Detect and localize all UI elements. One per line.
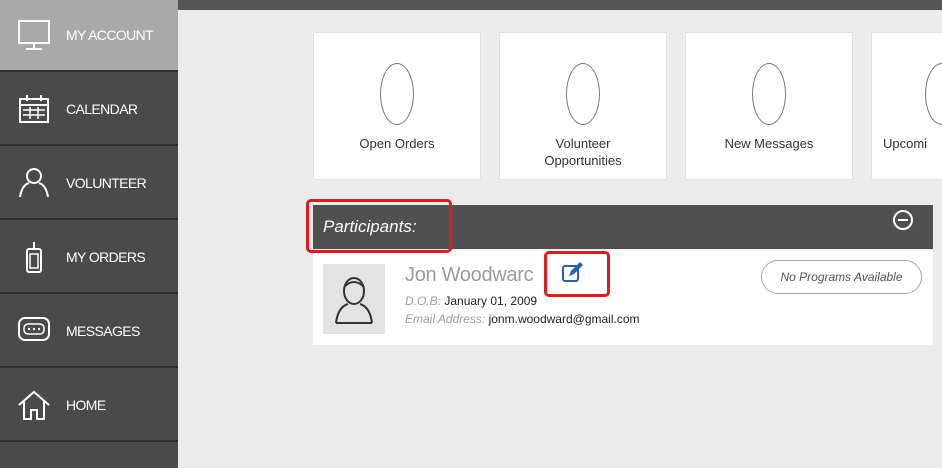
home-icon — [16, 387, 52, 423]
upcoming-card[interactable]: Upcomi — [871, 32, 942, 180]
sidebar: MY ACCOUNT CALENDAR VOLUNTEER MY ORDERS … — [0, 0, 178, 468]
sidebar-item-calendar[interactable]: CALENDAR — [0, 74, 178, 146]
card-label: Open Orders — [359, 136, 435, 151]
volunteer-opportunities-count — [566, 63, 600, 125]
new-messages-card[interactable]: New Messages — [685, 32, 853, 180]
new-messages-count — [752, 63, 786, 125]
card-label: Volunteer Opportunities — [544, 136, 622, 168]
participant-name: Jon Woodwarc — [405, 264, 534, 286]
upcoming-count — [925, 63, 942, 125]
highlight-edit-button — [544, 251, 610, 297]
calendar-icon — [16, 91, 52, 127]
sidebar-item-label: CALENDAR — [66, 101, 138, 117]
sidebar-item-my-account[interactable]: MY ACCOUNT — [0, 0, 178, 72]
dob-value: January 01, 2009 — [444, 294, 538, 308]
no-programs-badge[interactable]: No Programs Available — [761, 260, 922, 294]
participant-row: Jon Woodwarc D.O.B: January 01, 2009 Ema… — [313, 250, 933, 345]
monitor-icon — [16, 17, 52, 53]
avatar — [323, 264, 385, 334]
person-outline-icon — [16, 165, 52, 201]
sidebar-item-volunteer[interactable]: VOLUNTEER — [0, 148, 178, 220]
phone-icon — [16, 239, 52, 275]
sidebar-item-label: VOLUNTEER — [66, 175, 147, 191]
dob-label: D.O.B: — [405, 294, 442, 308]
participant-email: Email Address: jonm.woodward@gmail.com — [405, 312, 640, 326]
sidebar-item-label: MESSAGES — [66, 323, 140, 339]
open-orders-count — [380, 63, 414, 125]
minus-circle-icon[interactable] — [893, 210, 913, 230]
sidebar-item-label: MY ACCOUNT — [66, 27, 154, 43]
chat-bubble-icon — [16, 313, 52, 349]
card-label: Upcomi — [883, 136, 928, 151]
open-orders-card[interactable]: Open Orders — [313, 32, 481, 180]
highlight-participants-title — [306, 199, 452, 253]
sidebar-item-my-orders[interactable]: MY ORDERS — [0, 222, 178, 294]
volunteer-opportunities-card[interactable]: Volunteer Opportunities — [499, 32, 667, 180]
card-label: New Messages — [724, 136, 814, 151]
sidebar-item-home[interactable]: HOME — [0, 370, 178, 442]
sidebar-item-messages[interactable]: MESSAGES — [0, 296, 178, 368]
participant-dob: D.O.B: January 01, 2009 — [405, 294, 537, 308]
sidebar-item-label: MY ORDERS — [66, 249, 146, 265]
email-value: jonm.woodward@gmail.com — [488, 312, 640, 326]
sidebar-item-label: HOME — [66, 397, 106, 413]
email-label: Email Address: — [405, 312, 486, 326]
